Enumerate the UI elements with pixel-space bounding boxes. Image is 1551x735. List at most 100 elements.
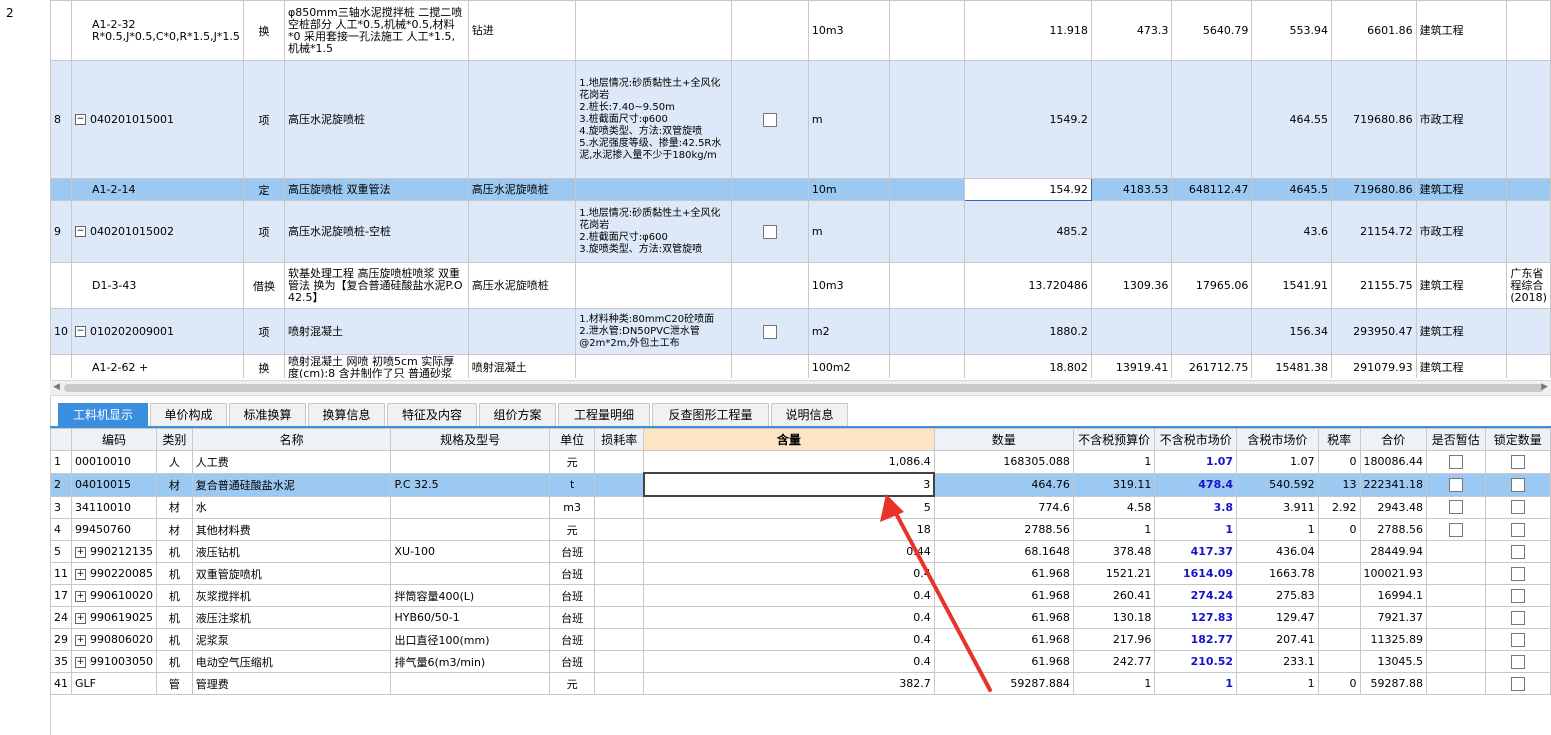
scroll-left-icon[interactable]: ◀: [53, 382, 60, 392]
material-estimate-cell[interactable]: [1426, 518, 1486, 541]
material-market-price[interactable]: 1.07: [1154, 450, 1238, 474]
material-code-cell[interactable]: 04010015: [71, 472, 157, 497]
item-checkbox[interactable]: [762, 224, 777, 239]
material-tax-rate[interactable]: 13: [1317, 472, 1361, 497]
material-spec[interactable]: [390, 672, 550, 695]
tab-description[interactable]: 说明信息: [771, 403, 848, 426]
lock-checkbox[interactable]: [1510, 544, 1525, 559]
material-code-cell[interactable]: +991003050: [71, 650, 157, 673]
material-lock-cell[interactable]: [1484, 628, 1551, 651]
header-tax-rate[interactable]: 税率: [1317, 428, 1361, 451]
material-content[interactable]: 0.4: [643, 606, 935, 629]
material-loss[interactable]: [594, 540, 644, 563]
material-loss[interactable]: [594, 472, 644, 497]
estimate-checkbox[interactable]: [1448, 454, 1463, 469]
material-market-price[interactable]: 417.37: [1154, 540, 1238, 563]
material-tax-rate[interactable]: [1317, 606, 1361, 629]
material-lock-cell[interactable]: [1484, 650, 1551, 673]
estimate-checkbox[interactable]: [1448, 477, 1463, 492]
item-checkbox-cell[interactable]: [730, 0, 809, 61]
material-spec[interactable]: [390, 450, 550, 474]
material-market-price[interactable]: 3.8: [1154, 495, 1238, 519]
header-spec[interactable]: 规格及型号: [390, 428, 550, 451]
item-name[interactable]: 软基处理工程 高压旋喷桩喷浆 双重管法 换为【复合普通硅酸盐水泥P.O 42.5…: [284, 262, 469, 309]
item-quantity[interactable]: 11.918: [964, 0, 1092, 61]
material-name[interactable]: 复合普通硅酸盐水泥: [191, 472, 392, 497]
item-spec[interactable]: 高压水泥旋喷桩: [467, 178, 577, 201]
material-tax-rate[interactable]: 0: [1317, 518, 1361, 541]
item-spec[interactable]: [467, 60, 577, 179]
material-lock-cell[interactable]: [1484, 584, 1551, 607]
header-tax-market-price[interactable]: 含税市场价: [1236, 428, 1319, 451]
material-loss[interactable]: [594, 628, 644, 651]
material-tax-rate[interactable]: 0: [1317, 450, 1361, 474]
tab-unit-price[interactable]: 单价构成: [150, 403, 227, 426]
material-lock-cell[interactable]: [1484, 672, 1551, 695]
material-estimate-cell[interactable]: [1426, 628, 1486, 651]
material-spec[interactable]: [390, 562, 550, 585]
header-market-price[interactable]: 不含税市场价: [1154, 428, 1238, 451]
item-code-cell[interactable]: A1-2-32 R*0.5,J*0.5,C*0,R*1.5,J*1.5: [71, 0, 244, 61]
item-code-cell[interactable]: D1-3-43: [71, 262, 244, 309]
lock-checkbox[interactable]: [1510, 654, 1525, 669]
material-name[interactable]: 液压注浆机: [191, 606, 392, 629]
material-tax-rate[interactable]: [1317, 562, 1361, 585]
material-lock-cell[interactable]: [1484, 495, 1551, 519]
material-content[interactable]: 0.4: [643, 562, 935, 585]
lock-checkbox[interactable]: [1510, 522, 1525, 537]
material-lock-cell[interactable]: [1484, 472, 1551, 497]
item-code-cell[interactable]: −010202009001: [71, 308, 244, 355]
material-content[interactable]: 0.44: [643, 540, 935, 563]
horizontal-scrollbar[interactable]: ◀ ▶: [50, 380, 1551, 396]
item-row[interactable]: 10−010202009001 项喷射混凝土 1.材料种类:80mmC20砼喷面 2…: [50, 308, 1551, 355]
item-name[interactable]: 喷射混凝土 网喷 初喷5cm 实际厚度(cm):8 含并制作了只 普通砂浆: [284, 354, 469, 378]
item-feature[interactable]: 1.地层情况:砂质黏性土+全风化花岗岩 2.桩长:7.40~9.50m 3.桩截…: [575, 60, 732, 179]
material-market-price[interactable]: 1: [1154, 672, 1238, 695]
material-row[interactable]: 5 +990212135 机液压钻机 XU-100 台班 0.44 68.1648 378.4…: [50, 540, 1551, 563]
item-spec[interactable]: [467, 308, 577, 355]
header-content[interactable]: 含量: [643, 428, 935, 451]
item-row[interactable]: 8−040201015001 项高压水泥旋喷桩 1.地层情况:砂质黏性土+全风化花岗…: [50, 60, 1551, 179]
item-row[interactable]: D1-3-43 借换 软基处理工程 高压旋喷桩喷浆 双重管法 换为【复合普通硅酸盐水…: [50, 262, 1551, 309]
material-loss[interactable]: [594, 606, 644, 629]
item-code-cell[interactable]: −040201015002: [71, 200, 244, 263]
item-checkbox-cell[interactable]: [730, 60, 809, 179]
item-quantity[interactable]: 18.802: [964, 354, 1092, 378]
expand-icon[interactable]: +: [75, 568, 86, 580]
item-feature[interactable]: 1.地层情况:砂质黏性土+全风化花岗岩 2.桩截面尺寸:φ600 3.旋喷类型、…: [575, 200, 732, 263]
item-feature[interactable]: [575, 262, 732, 309]
item-name[interactable]: 高压水泥旋喷桩: [284, 60, 469, 179]
header-total[interactable]: 合价: [1359, 428, 1428, 451]
material-content[interactable]: 5: [643, 495, 935, 519]
material-tax-rate[interactable]: 0: [1317, 672, 1361, 695]
material-loss[interactable]: [594, 584, 644, 607]
header-code[interactable]: 编码: [71, 428, 157, 451]
material-loss[interactable]: [594, 650, 644, 673]
material-market-price[interactable]: 210.52: [1154, 650, 1238, 673]
expand-icon[interactable]: +: [75, 656, 86, 668]
item-row[interactable]: A1-2-32 R*0.5,J*0.5,C*0,R*1.5,J*1.5 换 φ850…: [50, 0, 1551, 61]
upper-item-grid[interactable]: A1-2-32 R*0.5,J*0.5,C*0,R*1.5,J*1.5 换 φ850…: [50, 0, 1551, 378]
item-checkbox-cell[interactable]: [730, 354, 809, 378]
material-loss[interactable]: [594, 495, 644, 519]
item-feature[interactable]: 1.材料种类:80mmC20砼喷面 2.泄水管:DN50PVC泄水管@2m*2m…: [575, 308, 732, 355]
material-lock-cell[interactable]: [1484, 606, 1551, 629]
item-spec[interactable]: 高压水泥旋喷桩: [467, 262, 577, 309]
material-name[interactable]: 其他材料费: [191, 518, 392, 541]
item-quantity[interactable]: 1549.2: [964, 60, 1092, 179]
material-estimate-cell[interactable]: [1426, 584, 1486, 607]
header-unit[interactable]: 单位: [548, 428, 596, 451]
material-content[interactable]: 0.4: [643, 650, 935, 673]
material-spec[interactable]: [390, 518, 550, 541]
header-is-estimate[interactable]: 是否暂估: [1426, 428, 1486, 451]
item-name[interactable]: 高压水泥旋喷桩-空桩: [284, 200, 469, 263]
material-spec[interactable]: 排气量6(m3/min): [390, 650, 550, 673]
material-estimate-cell[interactable]: [1426, 672, 1486, 695]
item-spec[interactable]: 钻进: [467, 0, 577, 61]
expand-icon[interactable]: +: [75, 634, 86, 646]
material-market-price[interactable]: 182.77: [1154, 628, 1238, 651]
material-spec[interactable]: 出口直径100(mm): [390, 628, 550, 651]
material-market-price[interactable]: 127.83: [1154, 606, 1238, 629]
material-loss[interactable]: [594, 672, 644, 695]
lock-checkbox[interactable]: [1510, 610, 1525, 625]
